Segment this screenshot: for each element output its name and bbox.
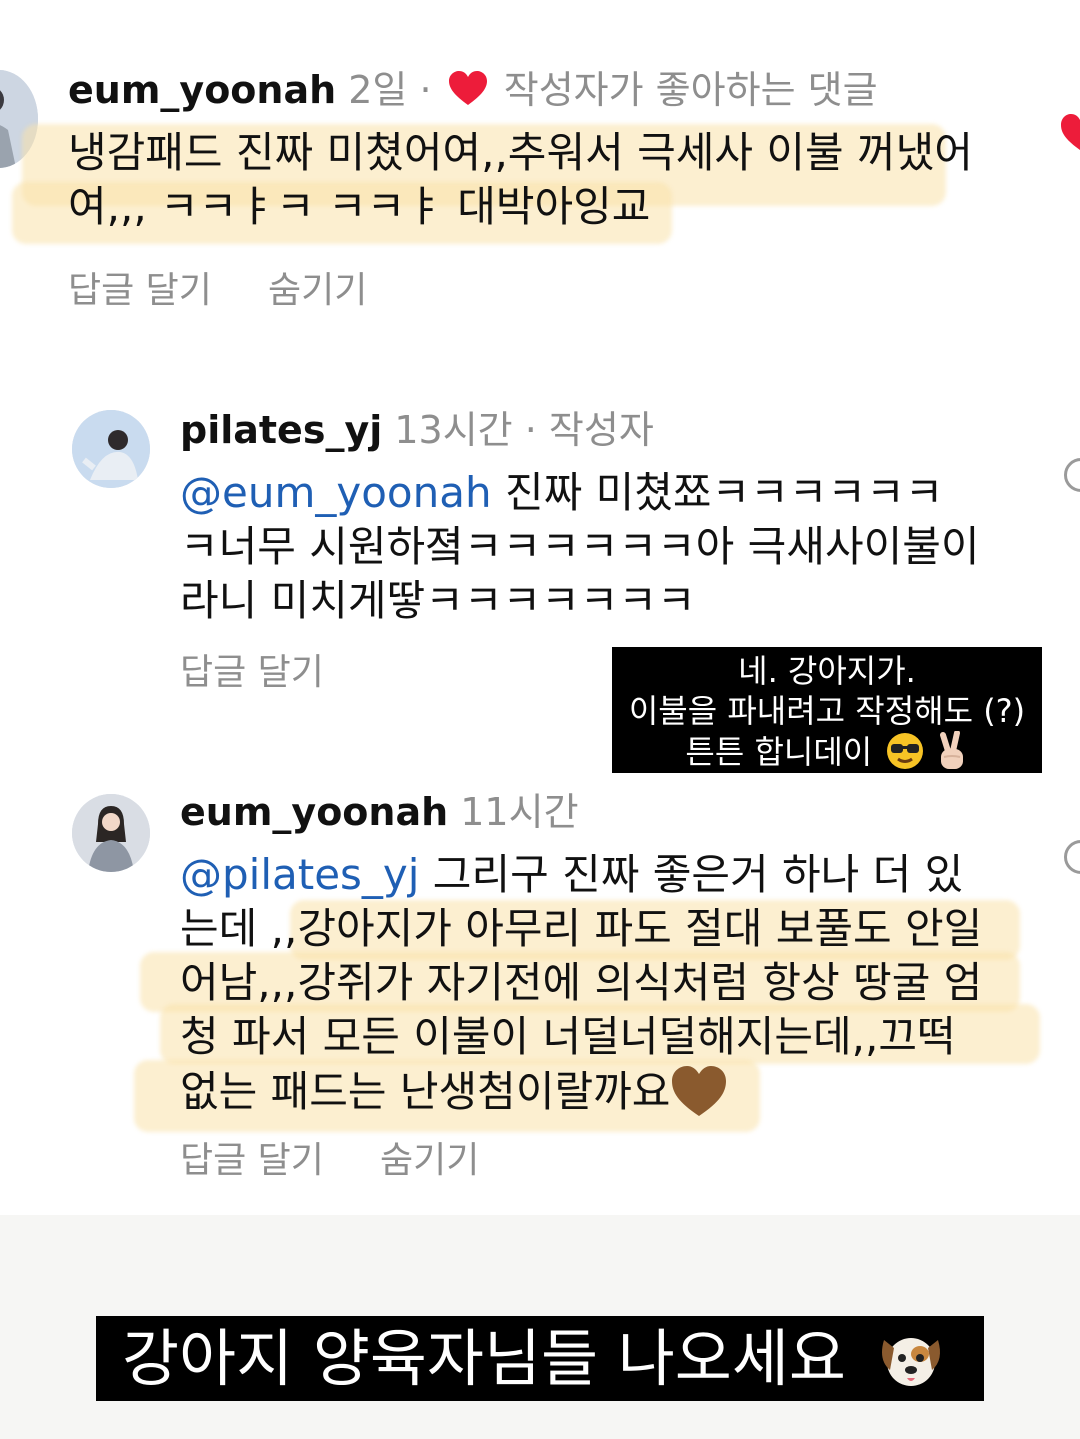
caption-line: 튼튼 합니데이 <box>622 730 1032 772</box>
timestamp: 2일 <box>348 68 408 112</box>
mention-link[interactable]: @eum_yoonah <box>180 468 492 517</box>
comment-line: @eum_yoonah 진짜 미쳤쬬ㅋㅋㅋㅋㅋㅋ <box>180 466 980 520</box>
comment-header: eum_yoonah 2일 · 작성자가 좋아하는 댓글 <box>68 68 878 116</box>
comment-header: eum_yoonah 11시간 <box>180 790 579 834</box>
reply-button[interactable]: 답글 달기 <box>180 1140 324 1182</box>
avatar[interactable] <box>72 410 150 488</box>
reply-button[interactable]: 답글 달기 <box>68 270 212 312</box>
author-badge: 작성자 <box>548 408 654 452</box>
author-liked-label: 작성자가 좋아하는 댓글 <box>503 68 878 112</box>
like-button-icon[interactable] <box>1064 458 1080 492</box>
timestamp: 13시간 <box>394 408 513 452</box>
reply-button[interactable]: 답글 달기 <box>180 652 324 694</box>
hide-button[interactable]: 숨기기 <box>380 1140 479 1182</box>
bottom-caption: 강아지 양육자님들 나오세요 <box>96 1316 984 1401</box>
avatar[interactable] <box>72 794 150 872</box>
comment-line: 라니 미치게땋ㅋㅋㅋㅋㅋㅋㅋ <box>180 576 696 625</box>
comment-line: 어남,,,강쥐가 자기전에 의식처럼 항상 땅굴 엄 <box>180 958 983 1007</box>
username[interactable]: pilates_yj <box>180 408 382 452</box>
sunglasses-emoji-icon <box>886 732 924 770</box>
comment-text: @pilates_yj 그리구 진짜 좋은거 하나 더 있 는데 ,,강아지가 … <box>180 848 982 1119</box>
separator-dot: · <box>419 68 432 112</box>
comment-line: 청 파서 모든 이불이 너덜너덜해지는데,,끄떡 <box>180 1012 956 1061</box>
comment-line: 는데 ,,강아지가 아무리 파도 절대 보풀도 안일 <box>180 904 983 953</box>
mention-link[interactable]: @pilates_yj <box>180 850 419 899</box>
peace-hand-emoji-icon <box>935 730 969 771</box>
comment-header: pilates_yj 13시간 · 작성자 <box>180 408 654 452</box>
overlay-caption: 네. 강아지가. 이불을 파내려고 작정해도 (?) 튼튼 합니데이 <box>612 647 1042 773</box>
comment-text: 냉감패드 진짜 미쳤어여,,추워서 극세사 이불 꺼냈어 여,,, ㅋㅋㅑㅋ ㅋ… <box>68 126 973 234</box>
heart-icon <box>448 71 488 116</box>
caption-line: 이불을 파내려고 작정해도 (?) <box>628 692 1026 730</box>
caption-text: 강아지 양육자님들 나오세요 <box>122 1322 846 1395</box>
comment-line-text: 없는 패드는 난생첨이랄까요 <box>180 1067 671 1116</box>
hide-button[interactable]: 숨기기 <box>268 270 367 312</box>
comment-line-rest: 진짜 미쳤쬬ㅋㅋㅋㅋㅋㅋ <box>491 468 944 517</box>
dog-face-emoji-icon <box>876 1328 946 1390</box>
brown-heart-emoji-icon <box>670 1064 728 1118</box>
username[interactable]: eum_yoonah <box>180 790 448 834</box>
comment-line: 냉감패드 진짜 미쳤어여,,추워서 극세사 이불 꺼냈어 <box>68 128 973 177</box>
comment-line: @pilates_yj 그리구 진짜 좋은거 하나 더 있 <box>180 848 982 902</box>
caption-line: 네. 강아지가. <box>738 652 916 690</box>
comment-line: 여,,, ㅋㅋㅑㅋ ㅋㅋㅑ 대박아잉교 <box>68 182 651 231</box>
caption-line-text: 튼튼 합니데이 <box>685 733 873 771</box>
comment-line: 없는 패드는 난생첨이랄까요 <box>180 1064 982 1119</box>
comment-line-rest: 그리구 진짜 좋은거 하나 더 있 <box>419 850 964 899</box>
like-button-icon[interactable] <box>1064 840 1080 874</box>
comment-text: @eum_yoonah 진짜 미쳤쬬ㅋㅋㅋㅋㅋㅋ ㅋ너무 시원하졐ㅋㅋㅋㅋㅋㅋ아… <box>180 466 980 628</box>
separator-dot: · <box>524 408 537 452</box>
timestamp: 11시간 <box>460 790 579 834</box>
username[interactable]: eum_yoonah <box>68 68 336 112</box>
heart-icon[interactable] <box>1060 112 1080 156</box>
comment-line: ㅋ너무 시원하졐ㅋㅋㅋㅋㅋㅋ아 극새사이불이 <box>180 522 980 571</box>
